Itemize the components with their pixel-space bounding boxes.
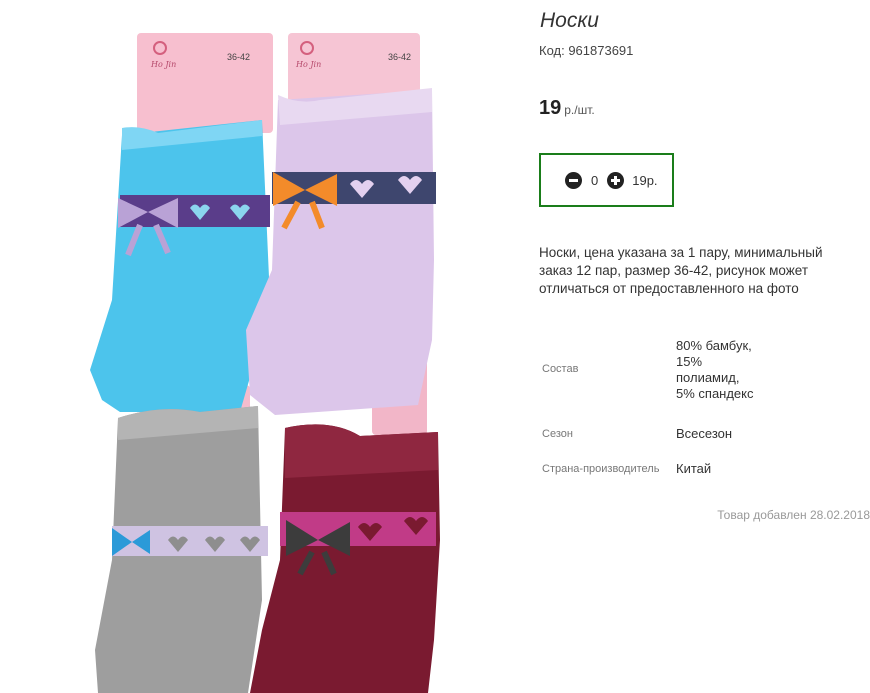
property-row-composition: Состав 80% бамбук, 15% полиамид, 5% спан… xyxy=(539,318,870,421)
property-label: Сезон xyxy=(542,427,573,440)
product-photo[interactable]: Ho Jin Ho Jin 36-42 36-42 xyxy=(0,0,530,693)
property-label: Состав xyxy=(542,363,579,375)
decrease-quantity-button[interactable] xyxy=(565,171,582,189)
product-properties: Состав 80% бамбук, 15% полиамид, 5% спан… xyxy=(539,318,870,487)
property-value: 80% бамбук, 15% полиамид, 5% спандекс xyxy=(676,337,754,401)
property-row-country: Страна-производитель Китай xyxy=(539,451,870,487)
added-date: Товар добавлен 28.02.2018 xyxy=(717,508,870,522)
product-code: Код: 961873691 xyxy=(539,43,634,58)
minus-icon xyxy=(569,178,578,182)
socks-image: Ho Jin Ho Jin 36-42 36-42 xyxy=(90,33,440,693)
quantity-stepper: 0 19р. xyxy=(539,153,674,207)
property-value: Всесезон xyxy=(676,426,733,441)
tag-size-1: 36-42 xyxy=(227,52,250,62)
property-value: Китай xyxy=(676,461,712,476)
increase-quantity-button[interactable] xyxy=(607,171,625,189)
product-description: Носки, цена указана за 1 пару, минимальн… xyxy=(539,245,823,296)
line-total: 19р. xyxy=(632,172,658,188)
property-label: Страна-производитель xyxy=(542,462,660,475)
product-page: Ho Jin Ho Jin 36-42 36-42 Носки Код: 961… xyxy=(0,0,870,693)
tag-brand-1: Ho Jin xyxy=(150,60,176,69)
tag-size-2: 36-42 xyxy=(388,52,411,62)
product-title: Носки xyxy=(540,9,599,32)
product-price: 19 р./шт. xyxy=(539,97,595,120)
price-unit: р./шт. xyxy=(564,103,595,117)
quantity-value[interactable]: 0 xyxy=(591,173,598,188)
plus-icon xyxy=(611,175,621,185)
product-info: Носки Код: 961873691 19 р./шт. 0 19р. Нос… xyxy=(539,0,870,693)
price-value: 19 xyxy=(539,97,562,119)
property-row-season: Сезон Всесезон xyxy=(539,423,870,445)
tag-brand-2: Ho Jin xyxy=(295,60,321,69)
